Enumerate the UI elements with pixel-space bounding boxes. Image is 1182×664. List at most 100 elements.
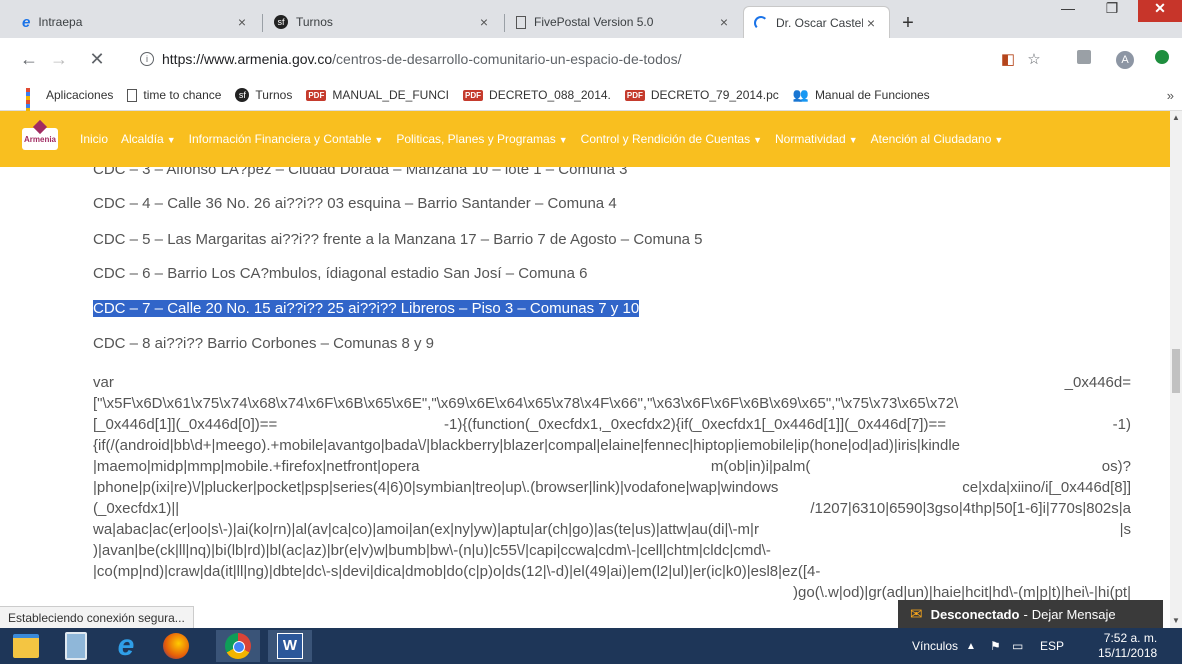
menu-item-politicas[interactable]: Politicas, Planes y Programas ▼	[396, 132, 567, 146]
code-segment: wa|abac|ac(er|oo|s\-)|ai(ko|rn)|al(av|ca…	[93, 521, 759, 538]
ie-icon: e	[22, 13, 31, 31]
tab-close-button[interactable]: ×	[234, 14, 250, 30]
tab-turnos[interactable]: sf Turnos ×	[264, 6, 502, 38]
vertical-scrollbar[interactable]: ▲ ▼	[1170, 111, 1182, 630]
tab-intraepa[interactable]: e Intraepa ×	[12, 6, 260, 38]
calculator-icon[interactable]	[54, 630, 98, 662]
apps-grid-icon	[26, 88, 40, 124]
avatar[interactable]: A	[1115, 50, 1135, 69]
code-segment: |phone|p(ixi|re)\/|plucker|pocket|psp|se…	[93, 479, 779, 496]
tab-title: Turnos	[296, 15, 333, 29]
code-segment: /1207|6310|6590|3gso|4thp|50[1-6]i|770s|…	[810, 500, 1131, 517]
chrome-icon[interactable]	[216, 630, 260, 662]
bookmark-time-to-chance[interactable]: time to chance	[127, 88, 221, 102]
menu-item-atencion[interactable]: Atención al Ciudadano ▼	[871, 132, 1004, 146]
menu-label: Información Financiera y Contable	[188, 132, 372, 146]
bookmark-label: DECRETO_79_2014.pc	[650, 88, 779, 102]
code-text-block: var _0x446d= ["\x5F\x6D\x61\x75\x74\x68\x7…	[93, 372, 1131, 603]
maximize-button[interactable]: ❐	[1090, 0, 1134, 22]
tab-fivepostal[interactable]: FivePostal Version 5.0 ×	[506, 6, 742, 38]
back-arrow-icon[interactable]: ←	[18, 49, 40, 70]
cdc-line: CDC – 5 – Las Margaritas ai??i?? frente …	[93, 231, 703, 248]
code-line: ["\x5F\x6D\x61\x75\x74\x68\x74\x6F\x6B\x…	[93, 393, 1131, 414]
site-logo[interactable]: Armenia	[22, 128, 58, 150]
minimize-button[interactable]: —	[1046, 0, 1090, 22]
bookmark-label: Aplicaciones	[46, 88, 114, 102]
tab-close-button[interactable]: ×	[476, 14, 492, 30]
bookmark-manual-funciones[interactable]: 👥 Manual de Funciones	[793, 87, 930, 103]
links-label: Vínculos	[912, 639, 959, 653]
menu-label: Alcaldía	[121, 132, 164, 146]
bookmark-turnos[interactable]: sf Turnos	[235, 88, 292, 102]
address-bar[interactable]: i https://www.armenia.gov.co/centros-de-…	[128, 44, 976, 74]
bookmark-decreto-088[interactable]: PDF DECRETO_088_2014.	[463, 88, 611, 102]
code-segment: {if(/(android|bb\d+|meego).+mobile|avant…	[93, 437, 961, 454]
window-close-button[interactable]: ✕	[1138, 0, 1182, 22]
url-domain: https://www.armenia.gov.co	[162, 51, 333, 67]
people-icon: 👥	[792, 87, 809, 102]
menu-item-informacion-financiera[interactable]: Información Financiera y Contable ▼	[189, 132, 384, 146]
caret-down-icon: ▼	[848, 135, 858, 145]
tab-strip: e Intraepa × sf Turnos × FivePostal Vers…	[0, 0, 1182, 38]
pdf-icon: PDF	[463, 89, 484, 101]
chat-widget[interactable]: ✉ Desconectado - Dejar Mensaje	[898, 600, 1163, 628]
info-icon[interactable]: i	[140, 52, 154, 66]
menu-item-control[interactable]: Control y Rendición de Cuentas ▼	[581, 132, 762, 146]
bookmark-manual[interactable]: PDF MANUAL_DE_FUNCI	[306, 88, 449, 102]
file-explorer-icon[interactable]	[4, 630, 48, 662]
update-icon[interactable]	[1152, 50, 1172, 68]
windows-taskbar: e W Vínculos ▲ ⚑ ▭ ESP 7:52 a. m. 15/11/…	[0, 628, 1182, 664]
code-segment: |s	[1119, 521, 1131, 538]
caret-down-icon: ▼	[753, 135, 763, 145]
stop-loading-icon[interactable]: ✕	[86, 49, 108, 70]
forward-arrow-icon[interactable]: →	[48, 49, 70, 70]
clock[interactable]: 7:52 a. m. 15/11/2018	[1098, 628, 1157, 664]
menu-label: Politicas, Planes y Programas	[396, 132, 556, 146]
language-indicator[interactable]: ESP	[1040, 628, 1064, 664]
chat-status: Desconectado	[930, 606, 1020, 622]
menu-label: Inicio	[80, 132, 109, 146]
language-label: ESP	[1040, 639, 1065, 653]
firefox-icon[interactable]	[154, 630, 198, 662]
star-icon[interactable]: ☆	[1024, 50, 1044, 68]
flag-icon[interactable]: ⚑	[990, 628, 1001, 664]
scroll-up-icon[interactable]: ▲	[1172, 113, 1180, 122]
code-line: (_0xecfdx1)|| /1207|6310|6590|3gso|4thp|5…	[93, 498, 1131, 519]
cdc-line: CDC – 8 ai??i?? Barrio Corbones – Comuna…	[93, 335, 435, 352]
bookmark-label: DECRETO_088_2014.	[489, 88, 611, 102]
status-bubble: Estableciendo conexión segura...	[0, 606, 194, 630]
internet-explorer-icon[interactable]: e	[104, 629, 148, 662]
links-toolbar[interactable]: Vínculos	[912, 628, 958, 664]
menu-item-alcaldia[interactable]: Alcaldía ▼	[121, 132, 176, 146]
bookmarks-overflow-button[interactable]: »	[1167, 88, 1174, 103]
code-segment: -1){(function(_0xecfdx1,_0xecfdx2){if(_0…	[443, 416, 946, 433]
pdf-icon: PDF	[624, 89, 645, 101]
code-segment: ce|xda|xiino/i[_0x446d[8]]	[962, 479, 1131, 496]
tray-expand-icon[interactable]: ▲	[966, 628, 976, 664]
cdc-line-selected: CDC – 7 – Calle 20 No. 15 ai??i?? 25 ai?…	[93, 300, 640, 317]
menu-item-normatividad[interactable]: Normatividad ▼	[775, 132, 858, 146]
menu-item-inicio[interactable]: Inicio	[80, 132, 108, 146]
caret-down-icon: ▼	[166, 135, 176, 145]
blocked-content-icon[interactable]: ◧	[998, 50, 1018, 68]
code-line: |phone|p(ixi|re)\/|plucker|pocket|psp|se…	[93, 477, 1131, 498]
site-menu: Inicio Alcaldía ▼ Información Financiera …	[80, 132, 1016, 146]
tab-separator	[262, 14, 263, 32]
new-tab-button[interactable]: +	[897, 12, 919, 35]
network-icon[interactable]: ▭	[1012, 628, 1023, 664]
scrollbar-thumb[interactable]	[1172, 349, 1180, 393]
extension-icon[interactable]	[1074, 50, 1094, 68]
code-segment: m(ob|in)i|palm(	[710, 458, 811, 475]
code-segment: )|avan|be(ck|ll|nq)|bi(lb|rd)|bl(ac|az)|…	[93, 542, 771, 559]
scroll-down-icon[interactable]: ▼	[1172, 616, 1180, 625]
word-icon[interactable]: W	[268, 630, 312, 662]
tab-close-button[interactable]: ×	[716, 14, 732, 30]
tab-close-button[interactable]: ×	[863, 15, 879, 31]
bookmark-apps[interactable]: Aplicaciones	[26, 88, 114, 124]
tab-active[interactable]: Dr. Oscar Castellanos Tabares ×	[743, 6, 890, 38]
bookmark-decreto-79[interactable]: PDF DECRETO_79_2014.pc	[624, 88, 779, 102]
pdf-icon: PDF	[306, 89, 327, 101]
url-path: /centros-de-desarrollo-comunitario-un-es…	[332, 51, 682, 67]
bookmark-label: time to chance	[143, 88, 222, 102]
logo-text: Armenia	[23, 134, 56, 144]
